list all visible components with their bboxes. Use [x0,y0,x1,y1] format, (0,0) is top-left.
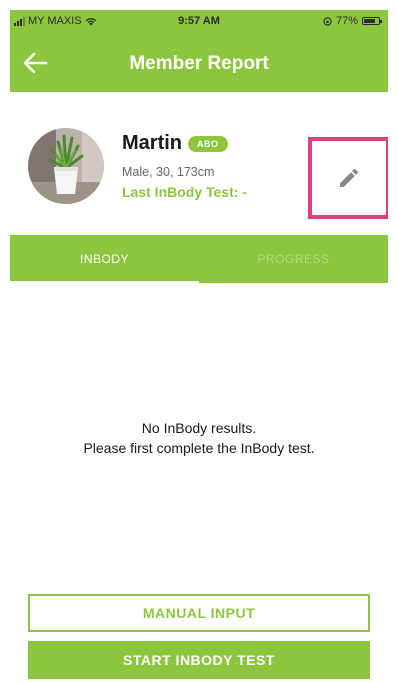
tab-progress[interactable]: PROGRESS [199,235,388,283]
tab-inbody[interactable]: INBODY [10,235,199,283]
start-inbody-test-button[interactable]: START INBODY TEST [28,641,370,679]
manual-input-button[interactable]: MANUAL INPUT [28,594,370,632]
app-screen: MY MAXIS 9:57 AM 77% Member Report Marti… [10,10,388,683]
pencil-icon [340,168,359,187]
member-details: Male, 30, 173cm [122,165,215,179]
member-name: Martin [122,132,182,154]
last-test-label: Last InBody Test: - [122,184,247,200]
name-row: Martin ABO [122,132,228,155]
edit-profile-button[interactable] [308,137,388,219]
page-title: Member Report [129,53,269,74]
status-right: 77% [323,15,382,27]
blood-type-badge: ABO [188,135,228,152]
empty-state-line-2: Please first complete the InBody test. [83,440,315,456]
empty-state-message: No InBody results. Please first complete… [10,418,388,458]
status-bar: MY MAXIS 9:57 AM 77% [10,10,388,34]
member-profile: Martin ABO Male, 30, 173cm Last InBody T… [10,92,388,232]
nav-bar: Member Report [10,34,388,92]
battery-icon [362,17,382,25]
rotation-lock-icon [323,16,332,26]
plant-photo [28,128,104,204]
avatar [28,128,104,204]
report-tabs: INBODY PROGRESS [10,235,388,283]
battery-percent: 77% [335,15,358,27]
empty-state-line-1: No InBody results. [141,420,257,436]
